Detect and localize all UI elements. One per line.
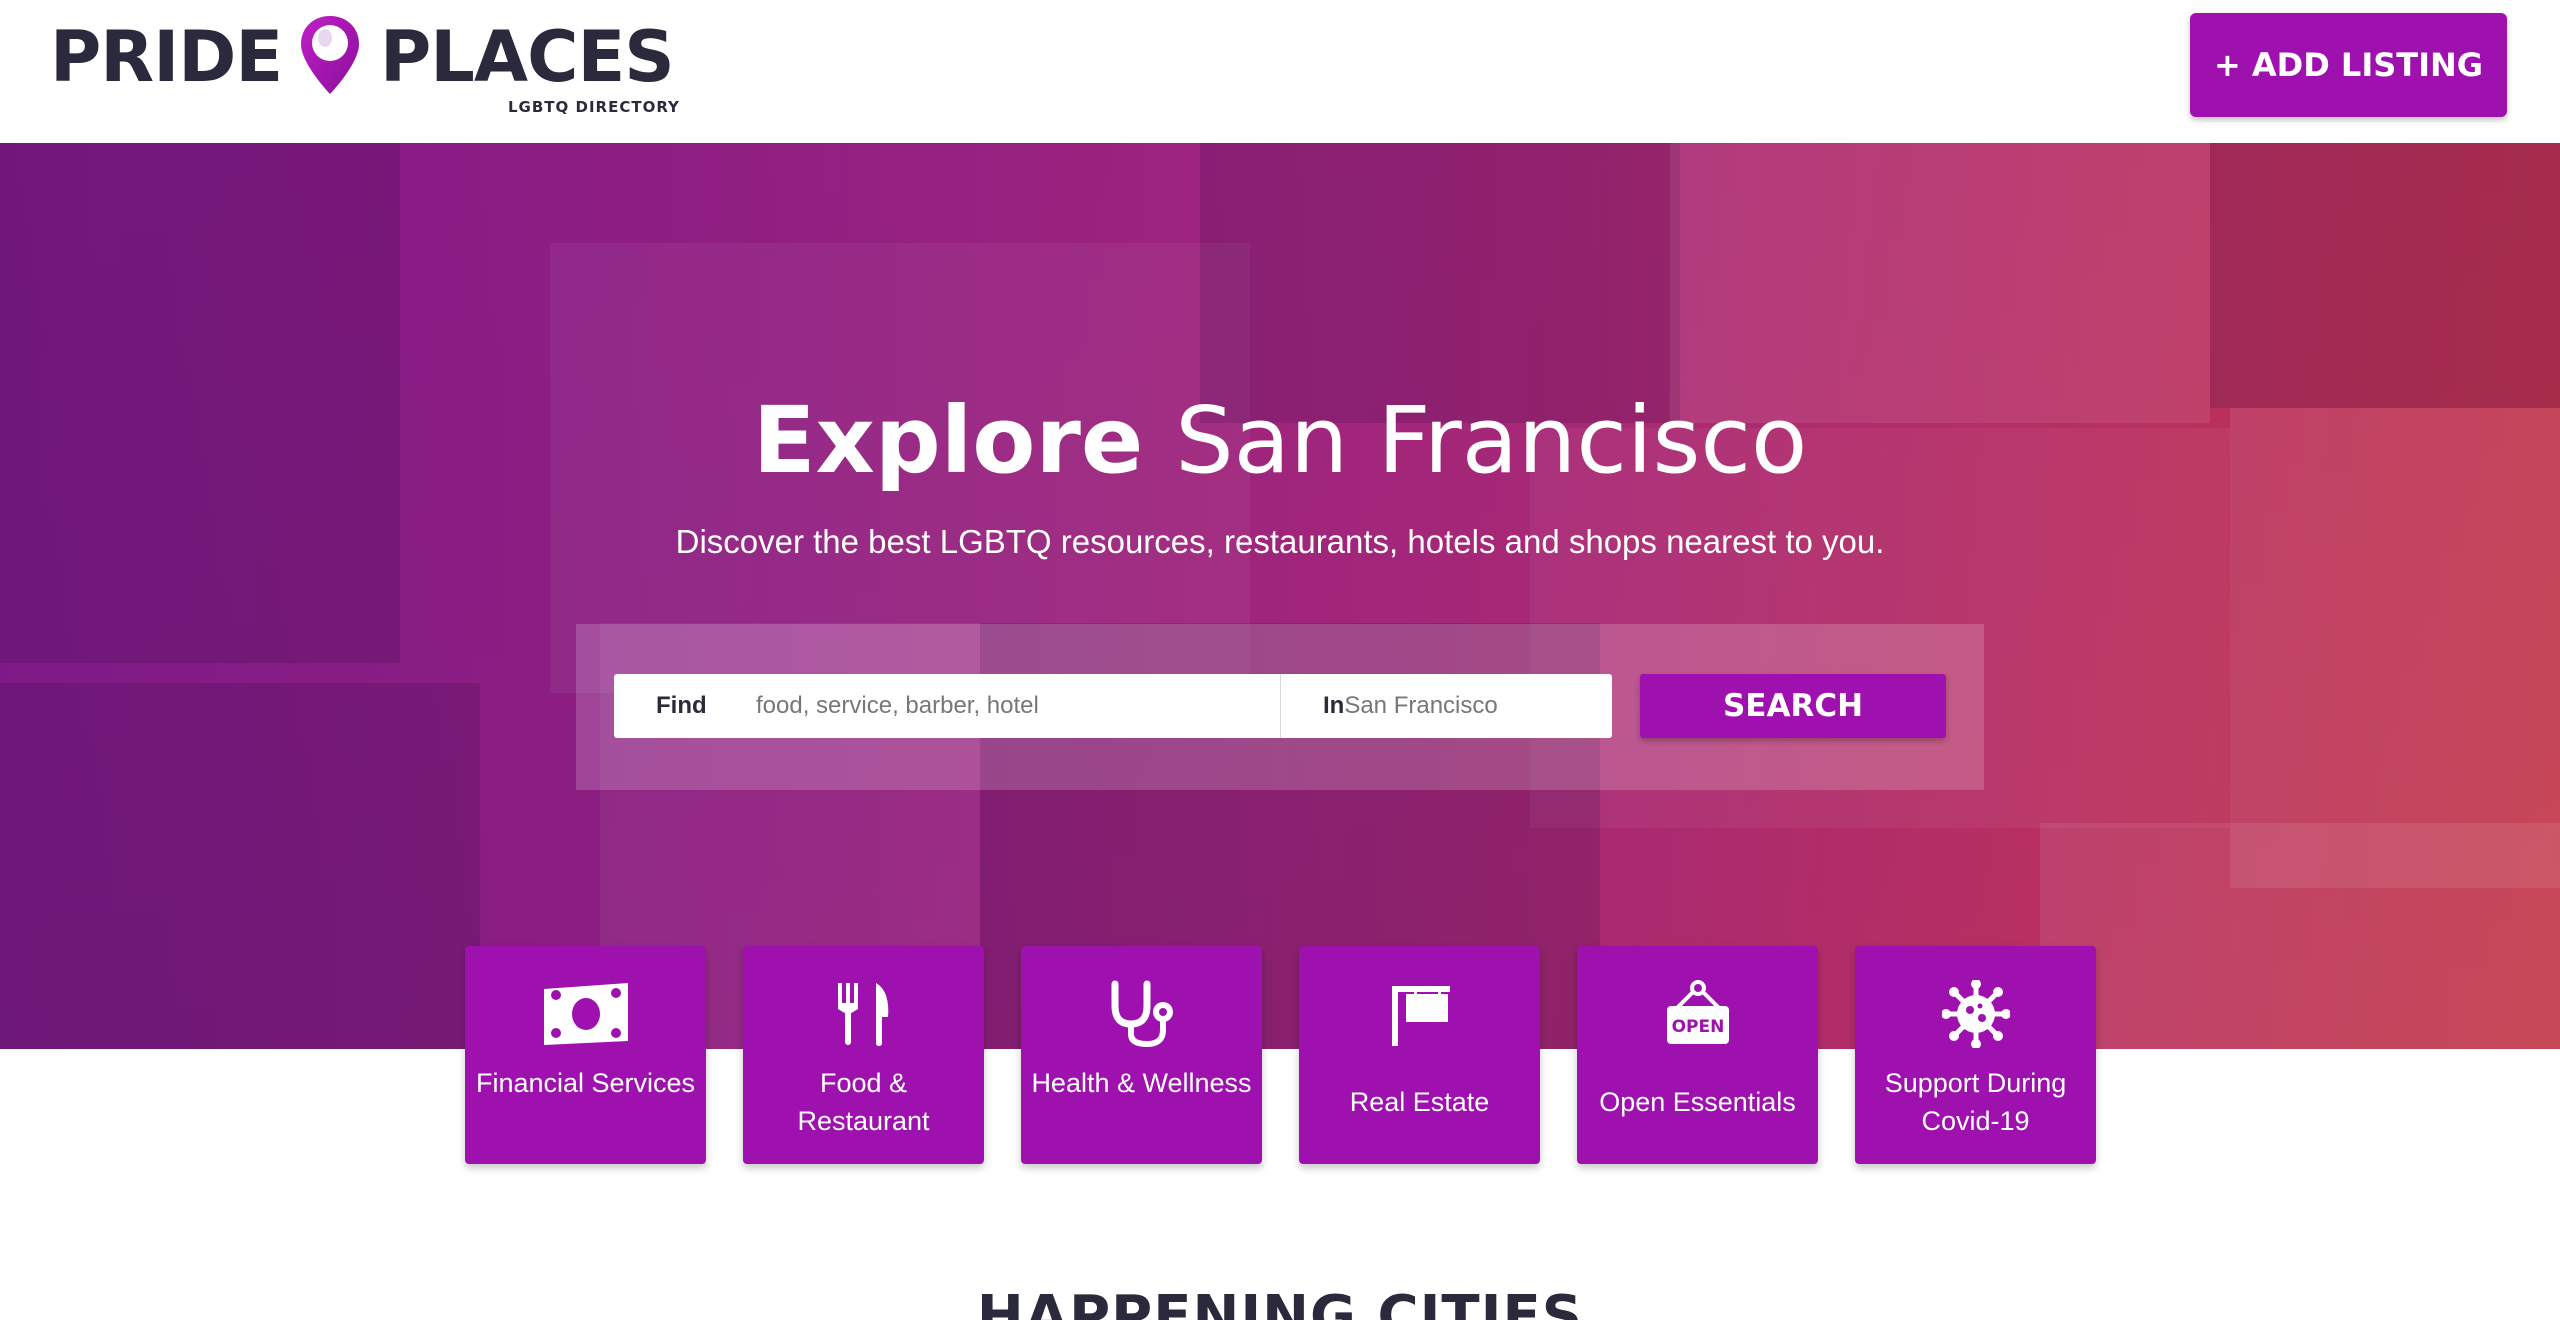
- in-label: In: [1323, 692, 1345, 719]
- virus-icon: [1855, 980, 2096, 1048]
- logo-word-places: PLACES: [380, 16, 675, 98]
- find-input[interactable]: [756, 692, 1280, 720]
- hero-title-city: San Francisco: [1175, 387, 1808, 494]
- category-list: Financial Services Food & Restaurant Hea: [465, 946, 2096, 1164]
- location-input[interactable]: [1344, 692, 1655, 720]
- category-financial-services[interactable]: Financial Services: [465, 946, 706, 1164]
- logo-tagline: LGBTQ DIRECTORY: [508, 98, 680, 116]
- money-bill-icon: [465, 980, 706, 1048]
- category-health-wellness[interactable]: Health & Wellness: [1021, 946, 1262, 1164]
- category-label: Health & Wellness: [1031, 1068, 1252, 1098]
- utensils-icon: [743, 980, 984, 1048]
- hero-banner: Explore San Francisco Discover the best …: [0, 143, 2560, 1049]
- open-sign-text: OPEN: [1671, 1017, 1724, 1037]
- find-label: Find: [656, 692, 707, 719]
- find-field[interactable]: Find: [614, 674, 1280, 738]
- category-open-essentials[interactable]: OPEN Open Essentials: [1577, 946, 1818, 1164]
- open-sign-icon: OPEN: [1577, 980, 1818, 1048]
- search-button[interactable]: SEARCH: [1640, 674, 1946, 738]
- hero-title-explore: Explore: [752, 387, 1144, 494]
- site-header: PRIDE PLACES LGBTQ DIRECTORY + ADD LISTI…: [0, 0, 2560, 143]
- hero-title: Explore San Francisco: [0, 395, 2560, 487]
- sign-icon: [1299, 980, 1540, 1048]
- category-label: Financial Services: [475, 1068, 696, 1098]
- stethoscope-icon: [1021, 980, 1262, 1048]
- category-label: Food & Restaurant: [797, 1068, 930, 1136]
- category-real-estate[interactable]: Real Estate: [1299, 946, 1540, 1164]
- hero-subtitle: Discover the best LGBTQ resources, resta…: [675, 523, 1885, 560]
- location-field[interactable]: In: [1280, 674, 1655, 738]
- logo-word-pride: PRIDE: [50, 16, 283, 98]
- category-covid-support[interactable]: Support During Covid-19: [1855, 946, 2096, 1164]
- category-label: Real Estate: [1349, 1087, 1490, 1117]
- logo[interactable]: PRIDE PLACES LGBTQ DIRECTORY: [50, 14, 690, 124]
- add-listing-button[interactable]: + ADD LISTING: [2190, 13, 2507, 117]
- category-label: Support During Covid-19: [1884, 1068, 2067, 1136]
- category-label: Open Essentials: [1599, 1087, 1796, 1117]
- happening-cities-heading: HAPPENING CITIES: [976, 1284, 1584, 1320]
- search-panel: Find In SEARCH: [576, 624, 1984, 790]
- map-pin-icon: [301, 16, 359, 94]
- hero-overlay: [0, 143, 2560, 1049]
- category-food-restaurant[interactable]: Food & Restaurant: [743, 946, 984, 1164]
